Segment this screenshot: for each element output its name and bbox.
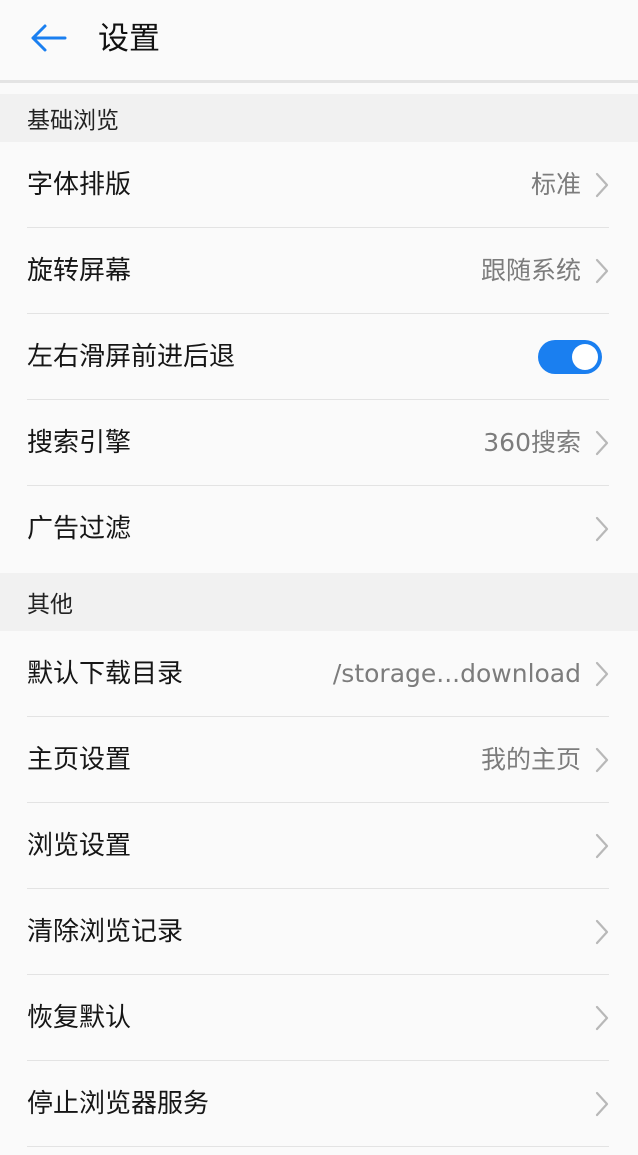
- setting-label: 主页设置: [27, 745, 132, 775]
- chevron-right-icon: [595, 172, 609, 198]
- chevron-right-icon: [595, 1005, 609, 1031]
- chevron-right-icon: [595, 516, 609, 542]
- back-button[interactable]: [24, 16, 72, 60]
- setting-row-stop-service[interactable]: 停止浏览器服务: [0, 1061, 638, 1147]
- setting-value: /storage...download: [332, 659, 581, 688]
- setting-row-swipe-navigation: 左右滑屏前进后退: [0, 314, 638, 400]
- chevron-right-icon: [595, 833, 609, 859]
- setting-row-ad-filter[interactable]: 广告过滤: [0, 486, 638, 572]
- divider: [27, 1146, 609, 1147]
- setting-label: 旋转屏幕: [27, 256, 132, 286]
- chevron-right-icon: [595, 258, 609, 284]
- page-title: 设置: [98, 21, 160, 57]
- setting-label: 字体排版: [27, 170, 132, 200]
- app-header: 设置: [0, 0, 638, 83]
- setting-value: 标准: [530, 170, 581, 199]
- swipe-navigation-toggle[interactable]: [538, 340, 602, 374]
- setting-row-font-layout[interactable]: 字体排版 标准: [0, 142, 638, 228]
- arrow-left-icon: [31, 24, 67, 52]
- setting-value: 跟随系统: [480, 256, 581, 285]
- setting-label: 左右滑屏前进后退: [27, 342, 236, 372]
- setting-label: 停止浏览器服务: [27, 1089, 210, 1119]
- setting-label: 恢复默认: [27, 1003, 132, 1033]
- setting-label: 搜索引擎: [27, 428, 132, 458]
- setting-label: 清除浏览记录: [27, 917, 184, 947]
- setting-label: 广告过滤: [27, 514, 132, 544]
- setting-row-download-dir[interactable]: 默认下载目录 /storage...download: [0, 631, 638, 717]
- setting-row-restore-defaults[interactable]: 恢复默认: [0, 975, 638, 1061]
- chevron-right-icon: [595, 661, 609, 687]
- setting-value: 我的主页: [480, 745, 581, 774]
- setting-row-browse-settings[interactable]: 浏览设置: [0, 803, 638, 889]
- setting-row-rotate-screen[interactable]: 旋转屏幕 跟随系统: [0, 228, 638, 314]
- chevron-right-icon: [595, 1091, 609, 1117]
- setting-value: 360搜索: [483, 428, 581, 457]
- setting-label: 浏览设置: [27, 831, 132, 861]
- setting-label: 默认下载目录: [27, 659, 184, 689]
- setting-row-search-engine[interactable]: 搜索引擎 360搜索: [0, 400, 638, 486]
- section-header-basic: 基础浏览: [0, 94, 638, 142]
- chevron-right-icon: [595, 430, 609, 456]
- chevron-right-icon: [595, 747, 609, 773]
- chevron-right-icon: [595, 919, 609, 945]
- toggle-knob: [572, 344, 598, 370]
- section-header-other: 其他: [0, 573, 638, 631]
- setting-row-homepage[interactable]: 主页设置 我的主页: [0, 717, 638, 803]
- setting-row-clear-history[interactable]: 清除浏览记录: [0, 889, 638, 975]
